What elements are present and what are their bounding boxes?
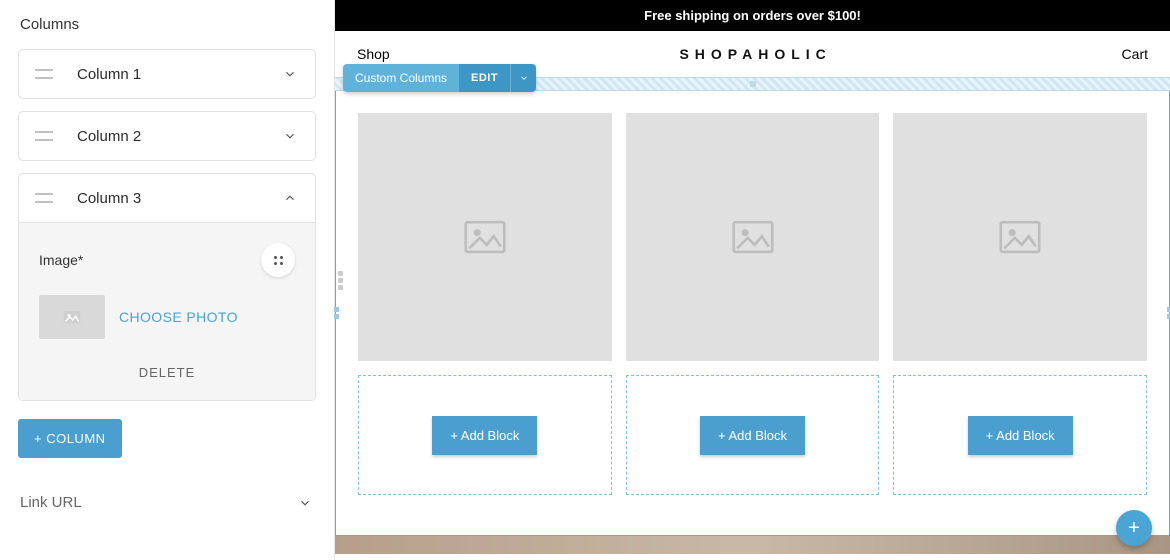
columns-grid: + Add Block + Add Block <box>358 113 1147 495</box>
image-placeholder[interactable] <box>893 113 1147 361</box>
grip-icon <box>274 256 283 265</box>
canvas-column: + Add Block <box>893 113 1147 495</box>
column-header-2[interactable]: Column 2 <box>19 112 315 160</box>
column-header-1[interactable]: Column 1 <box>19 50 315 98</box>
plus-icon: + <box>1128 517 1140 540</box>
drag-icon[interactable] <box>35 193 53 203</box>
link-url-label: Link URL <box>20 494 82 511</box>
add-block-button[interactable]: + Add Block <box>432 416 537 455</box>
add-section-fab[interactable]: + <box>1116 510 1152 546</box>
selected-region: Custom Columns EDIT + Add Block <box>335 77 1170 536</box>
add-block-button[interactable]: + Add Block <box>968 416 1073 455</box>
delete-button[interactable]: DELETE <box>39 361 295 384</box>
image-field-label: Image* <box>39 252 83 268</box>
resize-handle-left[interactable] <box>330 305 342 321</box>
choose-photo-button[interactable]: CHOOSE PHOTO <box>119 309 238 325</box>
column-title: Column 2 <box>77 128 281 145</box>
section-tag: Custom Columns EDIT <box>343 64 536 92</box>
nav-shop[interactable]: Shop <box>357 46 390 62</box>
drop-zone[interactable]: + Add Block <box>893 375 1147 495</box>
store-logo: SHOPAHOLIC <box>679 46 831 62</box>
canvas: Free shipping on orders over $100! Shop … <box>335 0 1170 560</box>
canvas-column: + Add Block <box>626 113 880 495</box>
announcement-bar: Free shipping on orders over $100! <box>335 0 1170 31</box>
columns-heading: Columns <box>20 16 316 33</box>
drag-icon[interactable] <box>35 69 53 79</box>
image-placeholder[interactable] <box>358 113 612 361</box>
resize-handle-right[interactable] <box>1163 305 1170 321</box>
region-top-handle[interactable]: Custom Columns EDIT <box>335 77 1170 91</box>
link-url-row[interactable]: Link URL <box>18 486 316 523</box>
add-column-button[interactable]: + COLUMN <box>18 419 122 458</box>
column-card: Column 3 Image* CHOOSE PHOTO DELETE <box>18 173 316 401</box>
drop-zone[interactable]: + Add Block <box>358 375 612 495</box>
drop-zone[interactable]: + Add Block <box>626 375 880 495</box>
column-title: Column 1 <box>77 66 281 83</box>
section-edit-button[interactable]: EDIT <box>459 64 510 92</box>
image-placeholder[interactable] <box>626 113 880 361</box>
section-menu-button[interactable] <box>510 64 536 92</box>
chevron-down-icon[interactable] <box>281 67 299 81</box>
add-block-button[interactable]: + Add Block <box>700 416 805 455</box>
panel-resize-handle[interactable] <box>334 269 346 291</box>
column-title: Column 3 <box>77 190 281 207</box>
canvas-column: + Add Block <box>358 113 612 495</box>
image-thumbnail[interactable] <box>39 295 105 339</box>
column-header-3[interactable]: Column 3 <box>19 174 315 222</box>
column-card: Column 2 <box>18 111 316 161</box>
drag-icon[interactable] <box>35 131 53 141</box>
nav-cart[interactable]: Cart <box>1122 46 1148 62</box>
section-tag-label: Custom Columns <box>343 64 459 92</box>
chevron-up-icon[interactable] <box>281 191 299 205</box>
chevron-down-icon[interactable] <box>281 129 299 143</box>
settings-sidebar: Columns Column 1 Column 2 Column 3 <box>0 0 335 560</box>
column-card: Column 1 <box>18 49 316 99</box>
selection-frame[interactable]: + Add Block + Add Block <box>335 91 1170 536</box>
column-body: Image* CHOOSE PHOTO DELETE <box>19 222 315 400</box>
next-section-peek <box>335 536 1170 554</box>
chevron-down-icon <box>296 496 314 510</box>
move-handle[interactable] <box>261 243 295 277</box>
